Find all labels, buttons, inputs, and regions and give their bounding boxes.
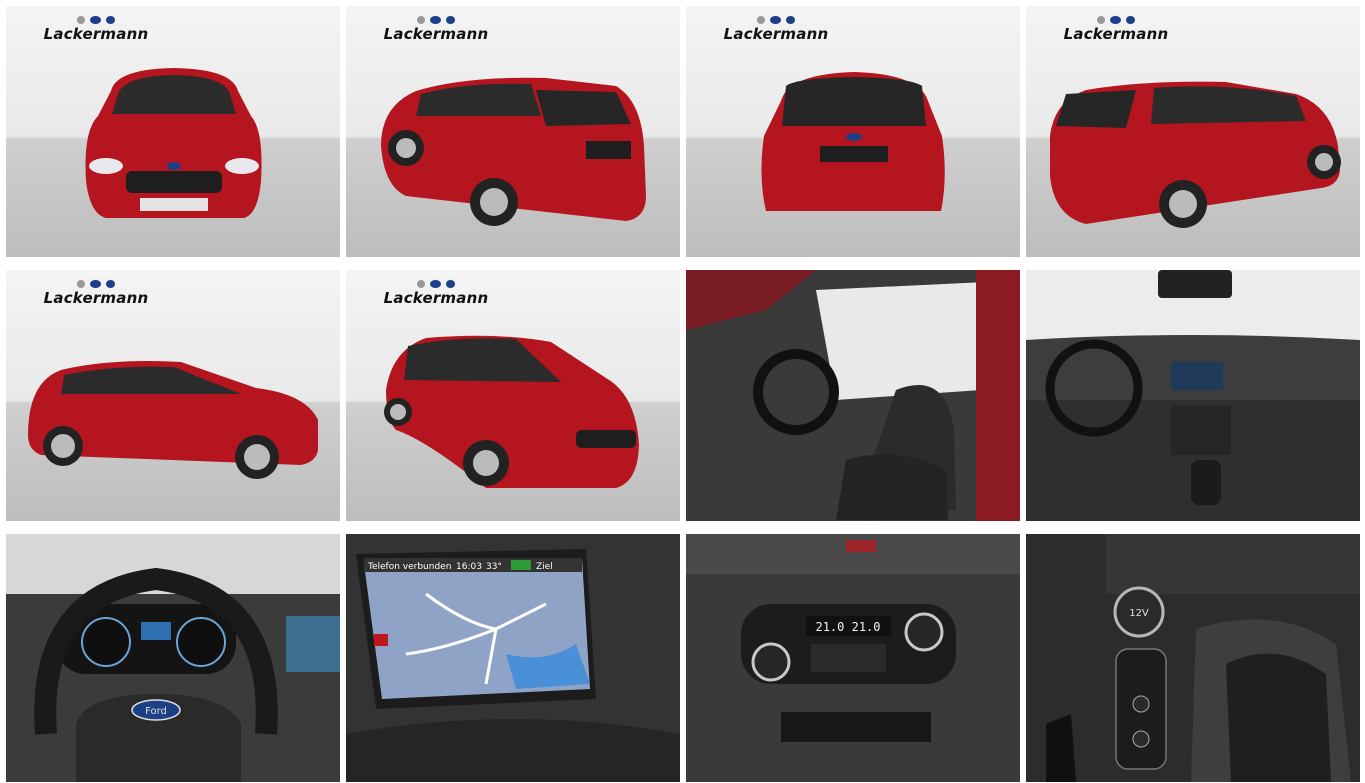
steering-wheel-icon: Ford (6, 534, 340, 782)
opel-logo-icon (77, 280, 85, 288)
map-icon: Telefon verbunden 16:03 33° Ziel (346, 534, 680, 782)
dealer-logo-text: Lackermann (1063, 25, 1169, 43)
car-rear-icon (1050, 81, 1341, 228)
dealer-logo: Lackermann (376, 16, 496, 43)
opel-logo-icon (1097, 16, 1105, 24)
nav-status-text: Telefon verbunden (367, 562, 451, 572)
climate-icon: 21.0 21.0 (686, 534, 1020, 782)
nav-button-text: Ziel (536, 562, 553, 572)
hyundai-logo-icon (446, 280, 455, 288)
hyundai-logo-icon (106, 16, 115, 24)
opel-logo-icon (417, 280, 425, 288)
gallery-photo-gear-shifter[interactable]: 12V (1026, 534, 1360, 782)
car-front-icon (85, 68, 262, 218)
dealer-logo-text: Lackermann (43, 289, 149, 307)
gear-shift-icon: 12V (1026, 534, 1360, 782)
opel-logo-icon (417, 16, 425, 24)
gallery-photo-interior-driver-seat[interactable] (686, 270, 1020, 521)
hyundai-logo-icon (446, 16, 455, 24)
ford-logo-icon (770, 16, 781, 24)
hyundai-logo-icon (786, 16, 795, 24)
dealer-logo: Lackermann (36, 280, 156, 307)
gallery-photo-front-right[interactable]: Lackermann (346, 270, 680, 521)
climate-temperature-display: 21.0 21.0 (815, 620, 880, 634)
gallery-photo-navigation-screen[interactable]: Telefon verbunden 16:03 33° Ziel (346, 534, 680, 782)
ford-logo-icon (90, 280, 101, 288)
dealer-logo: Lackermann (1056, 16, 1176, 43)
ford-logo-icon (90, 16, 101, 24)
dealer-logo: Lackermann (36, 16, 156, 43)
dealer-logo-text: Lackermann (723, 25, 829, 43)
gallery-photo-front[interactable]: Lackermann (6, 6, 340, 257)
gallery-photo-rear[interactable]: Lackermann (686, 6, 1020, 257)
opel-logo-icon (757, 16, 765, 24)
ford-badge-text: Ford (145, 706, 167, 717)
dealer-logo: Lackermann (376, 280, 496, 307)
gallery-photo-rear-right[interactable]: Lackermann (1026, 6, 1360, 257)
nav-temperature-text: 33° (486, 562, 502, 572)
photo-gallery: Lackermann Lackermann Lackermann Lackerm… (0, 0, 1365, 783)
dealer-logo-text: Lackermann (43, 25, 149, 43)
ford-logo-icon (430, 16, 441, 24)
gallery-photo-dashboard[interactable] (1026, 270, 1360, 521)
gallery-photo-climate-control[interactable]: 21.0 21.0 (686, 534, 1020, 782)
ford-logo-icon (430, 280, 441, 288)
nav-time-text: 16:03 (456, 562, 482, 572)
seat-icon (686, 270, 1020, 521)
car-front-icon (384, 335, 639, 488)
car-side-icon (28, 361, 318, 479)
ford-logo-icon (1110, 16, 1121, 24)
opel-logo-icon (77, 16, 85, 24)
car-rear-icon (381, 77, 646, 226)
gallery-photo-steering-wheel[interactable]: Ford (6, 534, 340, 782)
socket-label-text: 12V (1129, 608, 1149, 619)
dealer-logo: Lackermann (716, 16, 836, 43)
dealer-logo-text: Lackermann (383, 25, 489, 43)
car-rear-icon (761, 72, 945, 211)
gallery-photo-side-left[interactable]: Lackermann (6, 270, 340, 521)
gallery-photo-rear-left[interactable]: Lackermann (346, 6, 680, 257)
dashboard-icon (1026, 270, 1360, 521)
hyundai-logo-icon (1126, 16, 1135, 24)
dealer-logo-text: Lackermann (383, 289, 489, 307)
hyundai-logo-icon (106, 280, 115, 288)
